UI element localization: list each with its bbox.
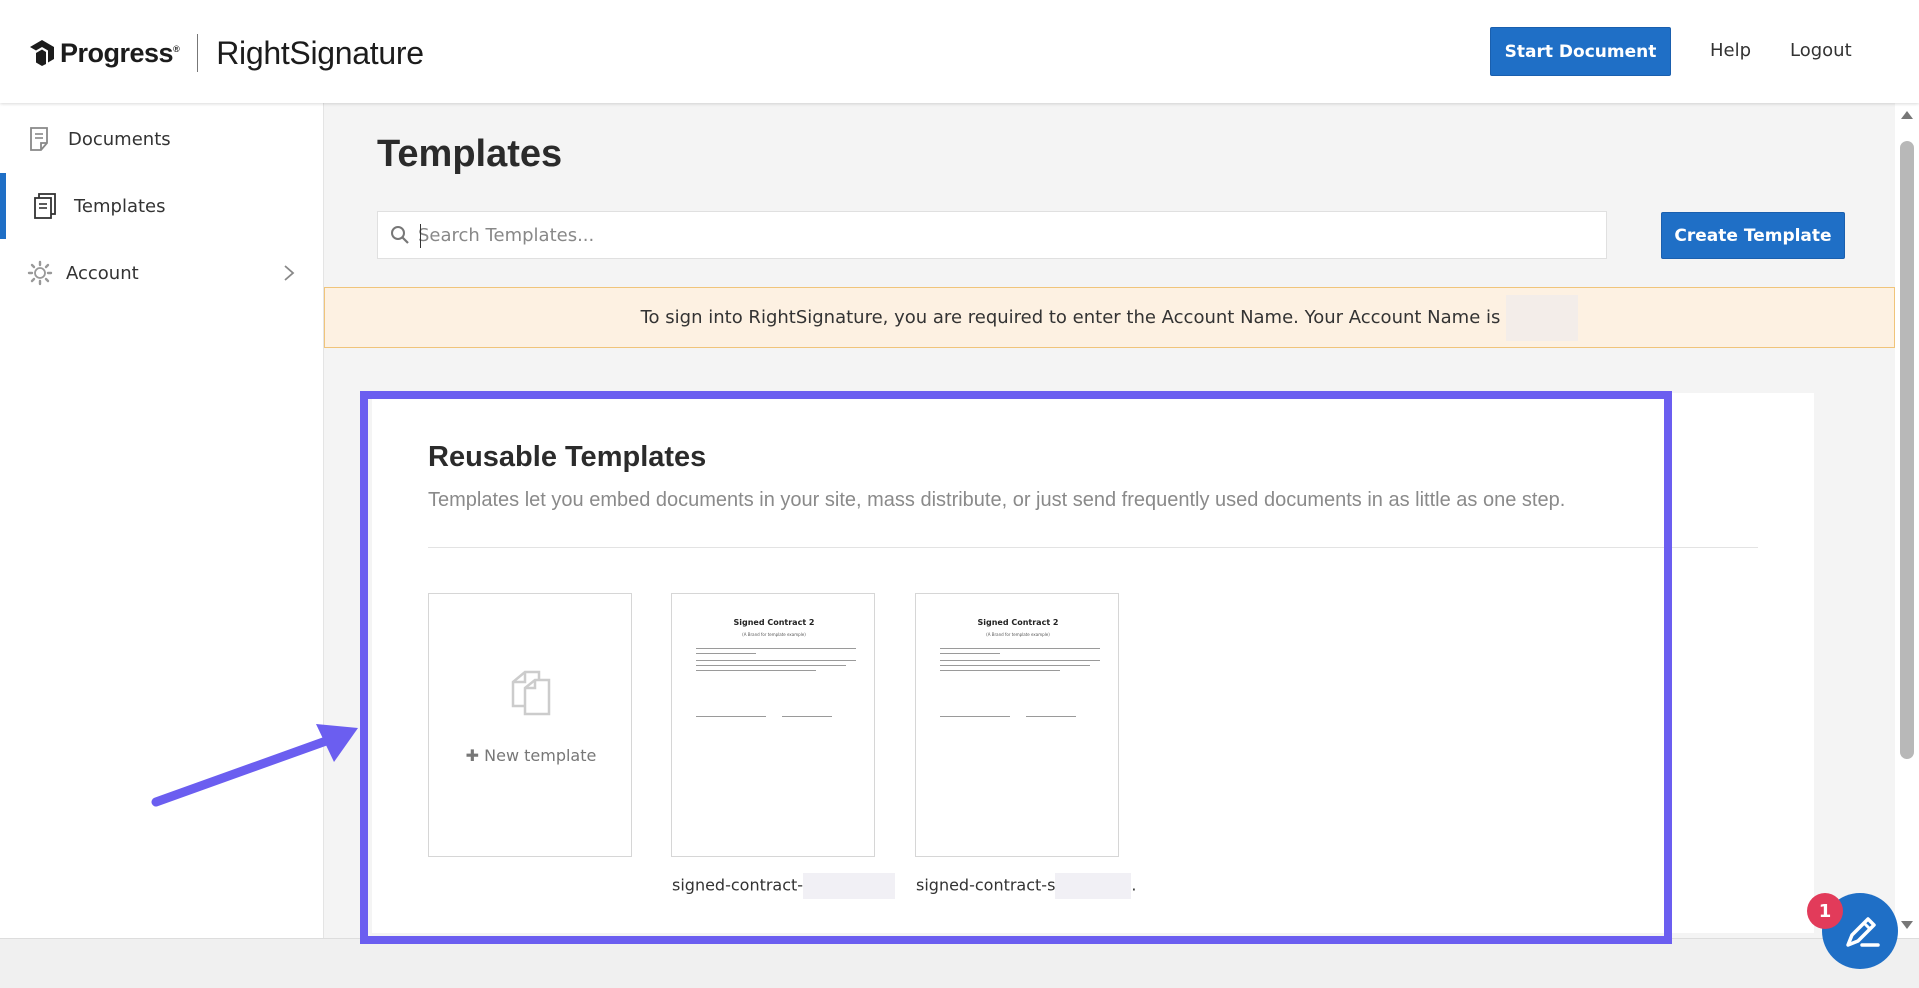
panel-title: Reusable Templates — [428, 441, 707, 473]
scroll-down-arrow-icon[interactable] — [1901, 921, 1913, 929]
text-caret — [420, 224, 421, 248]
sidebar: Documents Templates Account — [0, 103, 324, 938]
sidebar-item-label: Documents — [68, 128, 171, 150]
document-icon — [30, 127, 48, 151]
scroll-up-arrow-icon[interactable] — [1901, 111, 1913, 119]
redacted-name — [803, 873, 896, 899]
search-box[interactable] — [377, 211, 1607, 259]
new-template-label: ✚ New template — [465, 746, 597, 765]
active-indicator — [0, 173, 6, 239]
new-template-card[interactable]: ✚ New template — [428, 593, 632, 857]
redacted-account-name — [1506, 294, 1579, 341]
sidebar-item-documents[interactable]: Documents — [0, 106, 323, 172]
start-document-button[interactable]: Start Document — [1490, 27, 1671, 76]
chevron-right-icon — [284, 265, 295, 281]
sidebar-item-templates[interactable]: Templates — [0, 173, 323, 239]
plus-icon: ✚ — [465, 746, 485, 765]
main-content: Templates Create Template To sign into R… — [324, 103, 1895, 938]
search-input[interactable] — [418, 220, 1588, 250]
template-card[interactable]: Signed Contract 2 (A Brand for template … — [915, 593, 1119, 857]
sidebar-item-account[interactable]: Account — [0, 240, 323, 306]
divider — [428, 547, 1758, 548]
panel-description: Templates let you embed documents in you… — [428, 489, 1566, 511]
thumbnail-title: Signed Contract 2 — [977, 618, 1059, 627]
templates-icon — [34, 193, 56, 219]
page-title: Templates — [377, 133, 563, 175]
sidebar-item-label: Account — [66, 262, 139, 284]
notice-text: To sign into RightSignature, you are req… — [640, 307, 1501, 328]
logo-divider — [197, 34, 199, 72]
bottom-bar — [0, 938, 1919, 988]
progress-logo-icon — [30, 40, 54, 66]
logout-link[interactable]: Logout — [1790, 40, 1852, 61]
help-link[interactable]: Help — [1710, 40, 1751, 61]
thumbnail-subtitle: (A Brand for template example) — [986, 632, 1050, 637]
thumbnail-subtitle: (A Brand for template example) — [742, 632, 806, 637]
reusable-templates-panel: Reusable Templates Templates let you emb… — [372, 393, 1814, 933]
notification-badge: 1 — [1807, 893, 1843, 929]
top-header: Progress® RightSignature Start Document … — [0, 0, 1919, 103]
edit-pen-icon — [1846, 917, 1880, 947]
product-name: RightSignature — [216, 34, 424, 71]
template-name[interactable]: signed-contract- — [672, 873, 896, 899]
search-icon — [391, 226, 409, 244]
template-card[interactable]: Signed Contract 2 (A Brand for template … — [671, 593, 875, 857]
redacted-name — [1055, 873, 1132, 899]
thumbnail-title: Signed Contract 2 — [733, 618, 815, 627]
vertical-scrollbar[interactable] — [1895, 103, 1919, 938]
progress-logo[interactable]: Progress® RightSignature — [28, 34, 424, 72]
copy-document-icon — [511, 670, 551, 716]
create-template-button[interactable]: Create Template — [1661, 212, 1845, 259]
template-name[interactable]: signed-contract-s. — [916, 873, 1137, 899]
brand-name: Progress® — [60, 37, 180, 68]
account-name-notice: To sign into RightSignature, you are req… — [324, 287, 1895, 348]
sidebar-item-label: Templates — [74, 195, 166, 217]
scroll-thumb[interactable] — [1900, 141, 1914, 759]
gear-icon — [27, 260, 53, 286]
